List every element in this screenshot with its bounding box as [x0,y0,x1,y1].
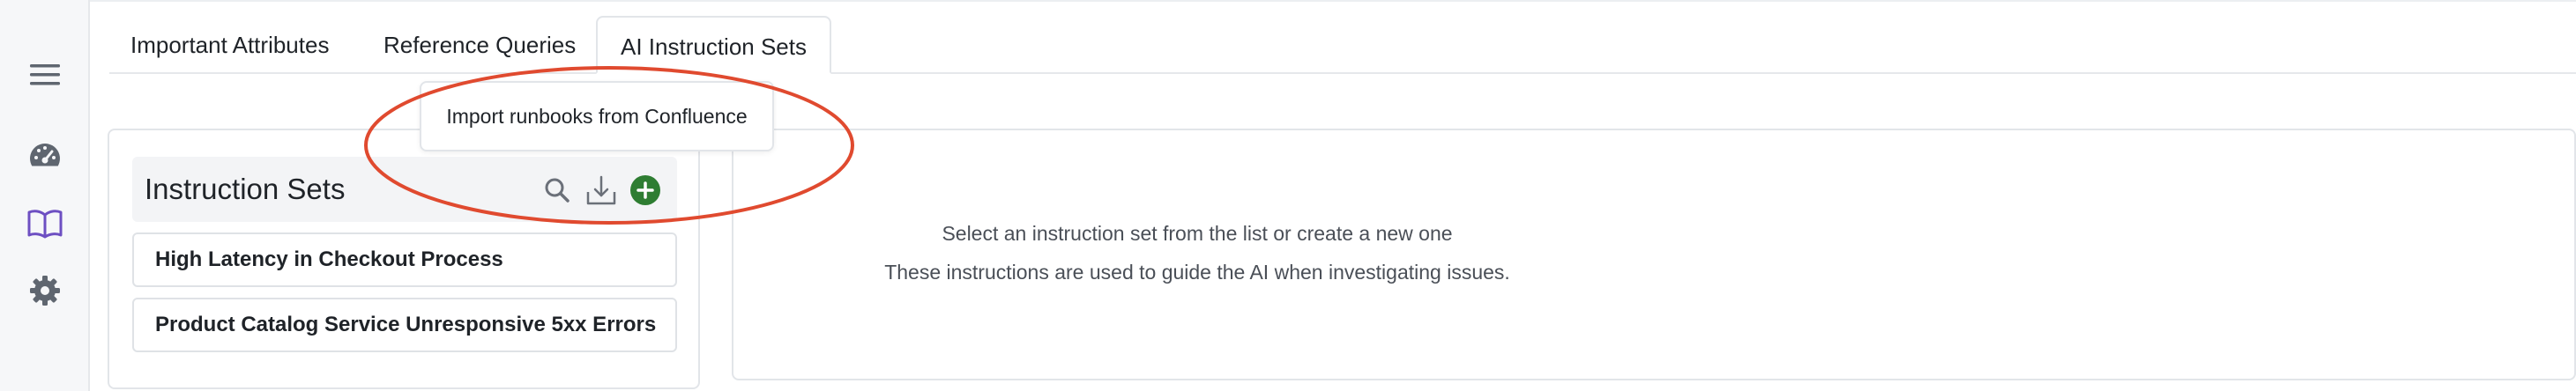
tab-important-attributes[interactable]: Important Attributes [108,16,352,74]
import-button[interactable] [584,173,619,208]
list-item[interactable]: Product Catalog Service Unresponsive 5xx… [132,298,677,352]
empty-state-message: Select an instruction set from the list … [942,222,1453,245]
sidebar-item-dashboard[interactable] [23,135,67,179]
instruction-sets-header: Instruction Sets [132,157,677,222]
sidebar-rail [0,0,90,391]
menu-icon [30,64,60,85]
empty-state-hint: These instructions are used to guide the… [884,261,1510,284]
instruction-sets-panel: Instruction Sets High Latency in Checkou… [108,129,700,389]
instruction-detail-panel: Select an instruction set from the list … [732,129,2576,380]
import-tooltip: Import runbooks from Confluence [420,81,774,151]
sidebar-item-instructions[interactable] [23,202,67,246]
list-item[interactable]: High Latency in Checkout Process [132,232,677,287]
dashboard-icon [30,144,60,166]
app-window: Important Attributes Reference Queries A… [0,0,2576,391]
add-instruction-set-button[interactable] [628,173,663,208]
sidebar-item-settings[interactable] [23,269,67,313]
tab-ai-instruction-sets[interactable]: AI Instruction Sets [596,16,831,74]
import-icon [586,175,616,205]
search-icon [545,178,570,203]
add-icon [630,175,660,205]
menu-button[interactable] [23,53,67,97]
tab-reference-queries[interactable]: Reference Queries [361,16,599,74]
book-icon [27,210,63,239]
instruction-sets-title: Instruction Sets [145,173,346,205]
gear-icon [30,276,60,306]
search-button[interactable] [540,173,575,208]
